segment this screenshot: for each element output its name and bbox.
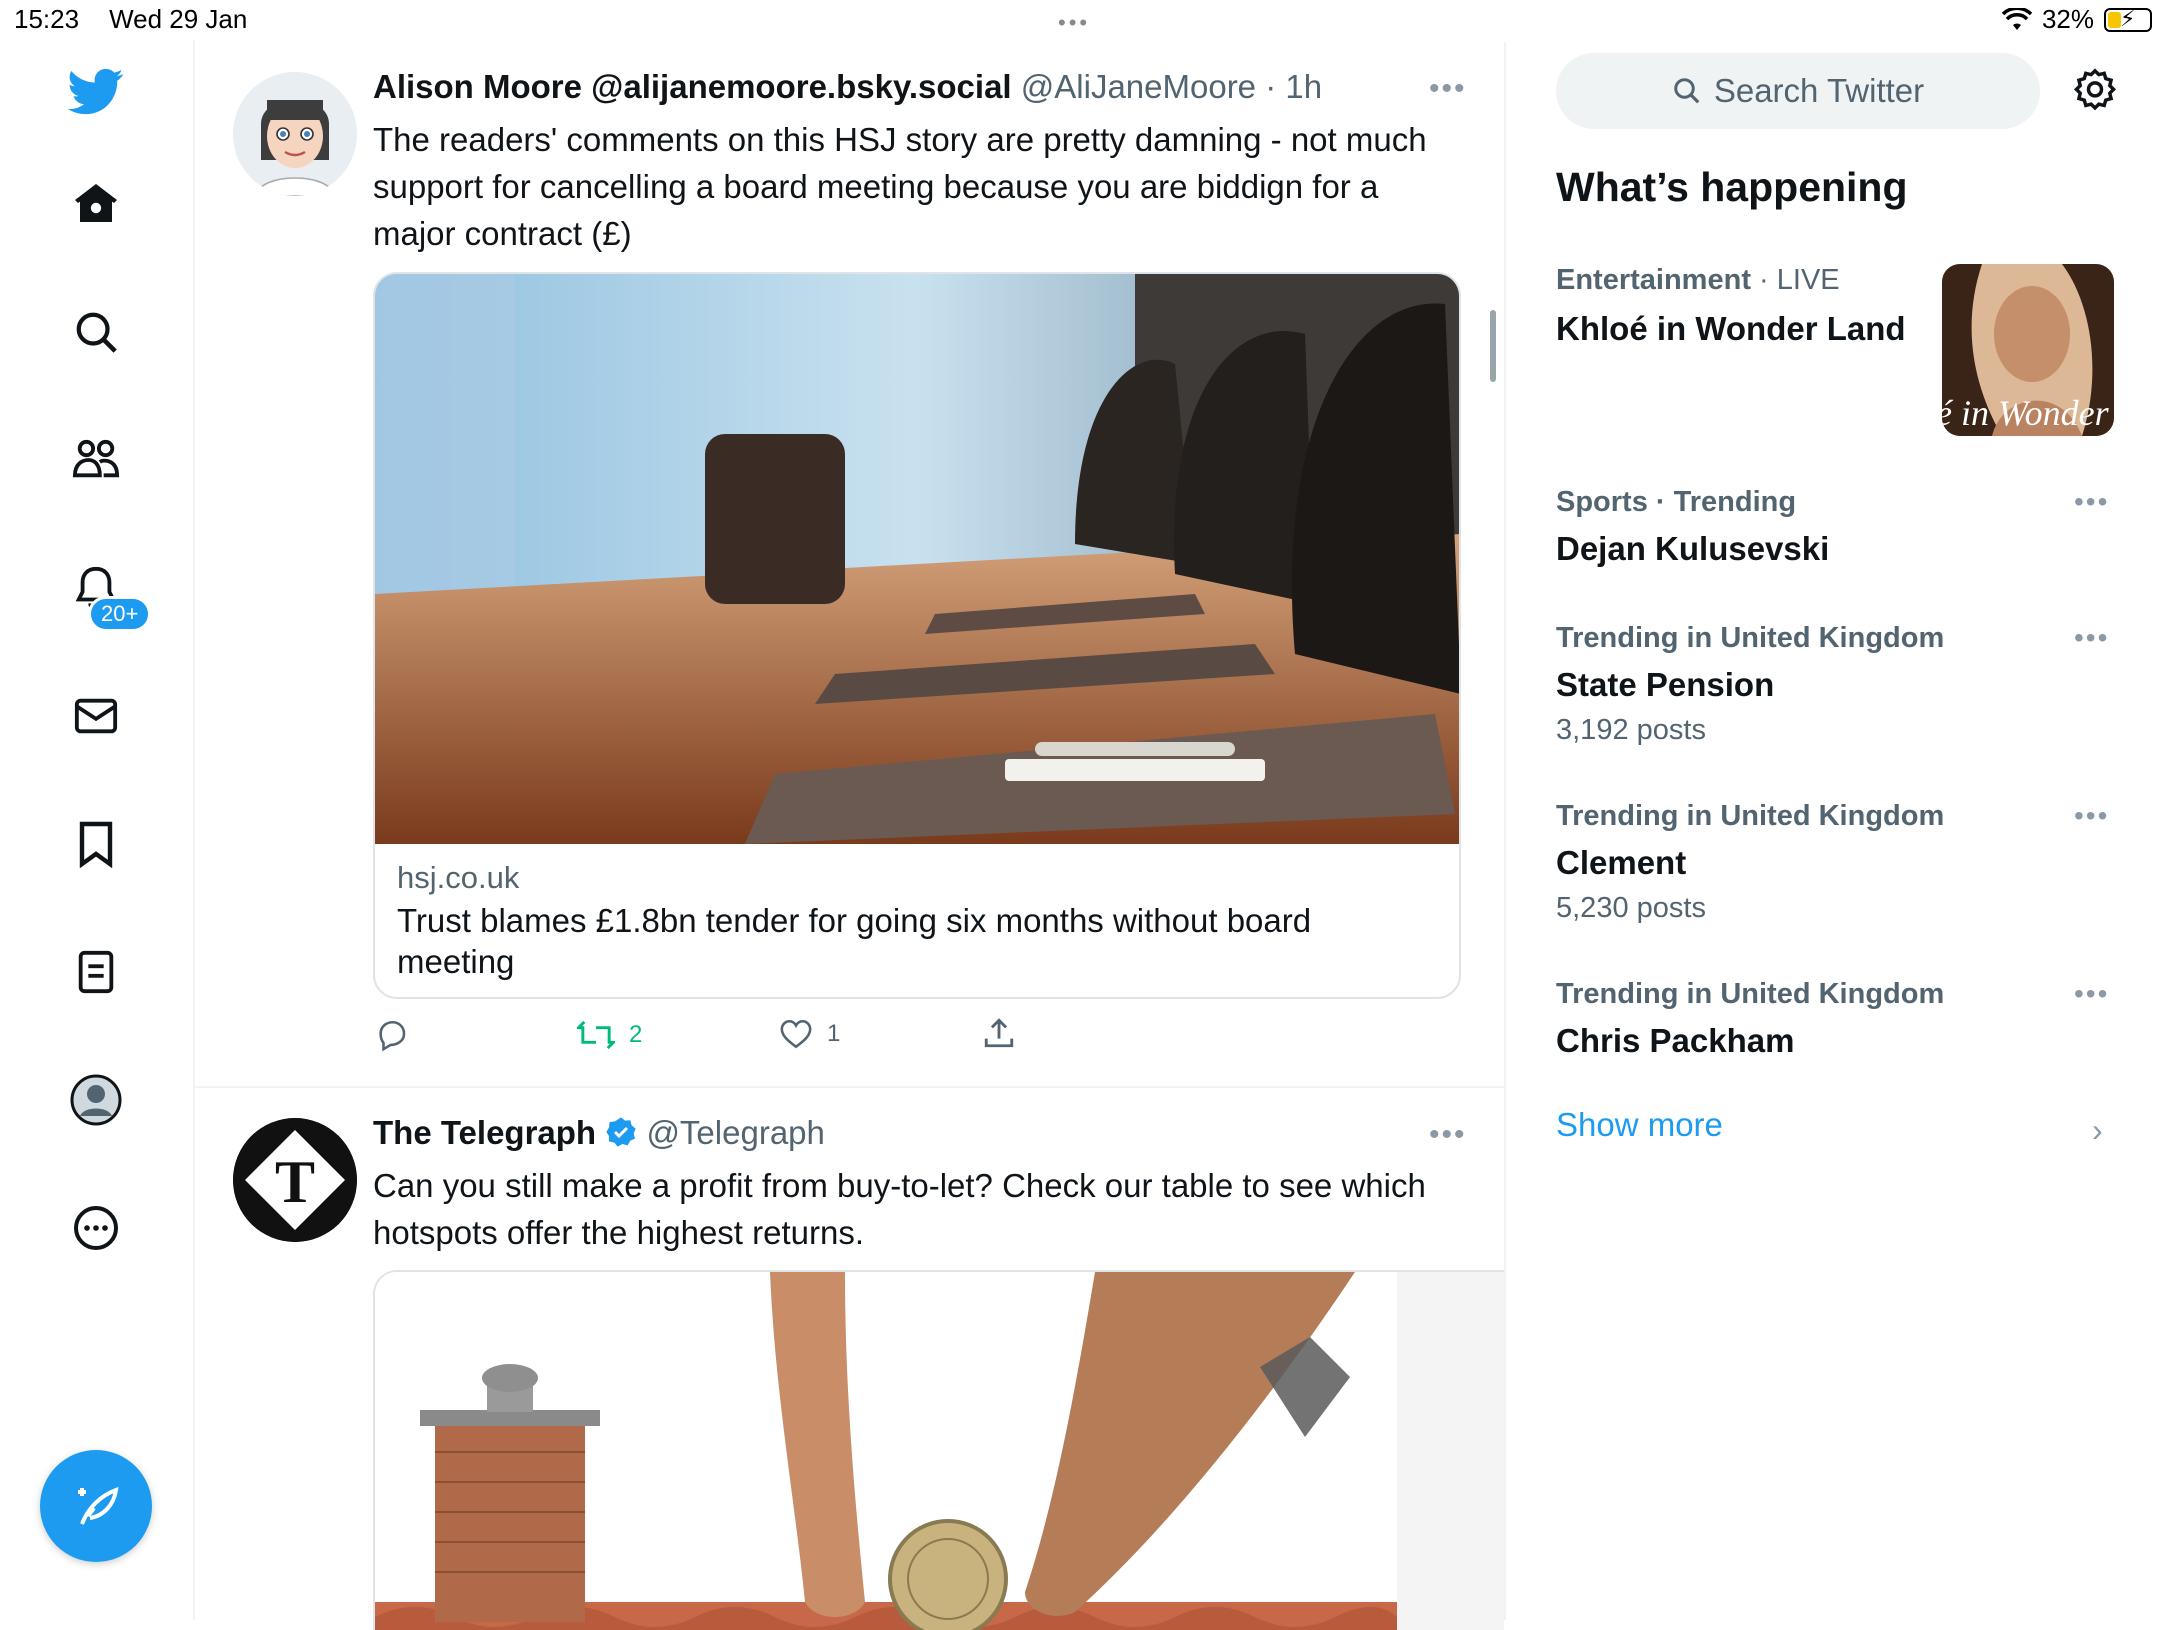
retweet-icon [577,1020,615,1050]
buy-to-let-image [375,1272,1504,1630]
whats-happening-title: What’s happening [1556,164,1908,210]
wifi-icon [2001,7,2032,30]
trend-category-label: Entertainment [1556,264,1751,296]
compose-feather-icon [78,1486,119,1525]
trend-live-label: LIVE [1776,264,1840,296]
trend-more-icon[interactable]: ••• [2074,978,2109,1010]
battery-percent: 32% [2041,4,2094,34]
search-icon[interactable] [66,302,126,362]
share-button[interactable] [983,1016,1015,1050]
trend-name[interactable]: State Pension [1556,666,1774,704]
trend-thumbnail[interactable]: é in Wonder l [1942,264,2114,436]
home-icon[interactable] [66,174,126,234]
verified-badge-icon [606,1117,636,1147]
side-navigation: 20+ [0,40,195,1620]
reply-button[interactable] [375,1018,409,1052]
search-input[interactable]: Search Twitter [1556,53,2040,129]
trend-category: Trending in United Kingdom [1556,978,1945,1010]
tweet-header: Alison Moore @alijanemoore.bsky.social @… [373,68,1322,106]
tweet-divider [193,1086,1504,1088]
like-count: 1 [827,1020,841,1047]
settings-gear-icon[interactable] [2072,66,2118,112]
svg-text:T: T [275,1149,315,1215]
boardroom-image [375,274,1459,844]
tweet-author-handle[interactable]: @AliJaneMoore · 1h [1021,68,1322,105]
trend-post-count: 3,192 posts [1556,714,1706,746]
trend-name[interactable]: Khloé in Wonder Land [1556,310,1906,348]
card-domain: hsj.co.uk [397,860,520,895]
bookmark-icon[interactable] [66,814,126,874]
status-bar-right: 32% ⚡ [2001,4,2152,35]
status-time: 15:23 [14,4,80,34]
link-card[interactable]: hsj.co.uk Trust blames £1.8bn tender for… [373,272,1461,999]
tweet-text: The readers' comments on this HSJ story … [373,121,1427,252]
tweet-author-handle[interactable]: @Telegraph [646,1114,824,1151]
battery-icon: ⚡ [2104,6,2152,32]
mail-icon[interactable] [66,686,126,746]
tweet-author-name[interactable]: The Telegraph [373,1114,596,1151]
tweet-author-name[interactable]: Alison Moore @alijanemoore.bsky.social [373,68,1012,105]
notifications-badge: 20+ [88,596,152,632]
status-date: Wed 29 Jan [109,4,248,34]
tweet-avatar[interactable] [233,72,357,196]
profile-avatar-icon[interactable] [66,1070,126,1130]
trend-name[interactable]: Dejan Kulusevski [1556,530,1829,568]
retweet-button[interactable]: 2 [577,1018,642,1052]
reply-icon [379,1020,406,1052]
chevron-right-icon[interactable]: › [2092,1112,2103,1149]
card-title: Trust blames £1.8bn tender for going six… [397,902,1312,980]
lists-icon[interactable] [66,942,126,1002]
trend-more-icon[interactable]: ••• [2074,486,2109,518]
trend-category: Trending in United Kingdom [1556,622,1945,654]
trend-more-icon[interactable]: ••• [2074,800,2109,832]
trend-category: Trending in United Kingdom [1556,800,1945,832]
trend-name[interactable]: Chris Packham [1556,1022,1794,1060]
multitasking-dots-icon[interactable]: ••• [1058,10,1090,36]
tweet-avatar-telegraph[interactable]: T [233,1118,357,1242]
trend-post-count: 5,230 posts [1556,892,1706,924]
retweet-count: 2 [629,1021,643,1048]
like-button[interactable]: 1 [779,1018,840,1050]
heart-icon [780,1019,812,1049]
more-circle-icon[interactable] [66,1198,126,1258]
search-placeholder: Search Twitter [1713,72,1925,109]
tweet-media[interactable] [373,1270,1504,1630]
twitter-logo-icon[interactable] [66,62,126,122]
communities-icon[interactable] [66,430,126,490]
search-icon [1674,78,1700,104]
tweet-more-icon[interactable]: ••• [1429,1118,1467,1152]
status-bar-left: 15:23 Wed 29 Jan [14,4,277,35]
trend-category: Entertainment · LIVE [1556,264,1840,296]
trend-name[interactable]: Clement [1556,844,1686,882]
tweet-header: The Telegraph @Telegraph [373,1114,825,1152]
trend-category: Sports · Trending [1556,486,1797,518]
trend-more-icon[interactable]: ••• [2074,622,2109,654]
show-more-link[interactable]: Show more [1556,1106,1723,1144]
scrollbar-thumb[interactable] [1490,310,1496,382]
tweet-text: Can you still make a profit from buy-to-… [373,1167,1426,1251]
tweet-more-icon[interactable]: ••• [1429,72,1467,106]
timeline: Alison Moore @alijanemoore.bsky.social @… [193,42,1506,1630]
share-icon [984,1018,1014,1048]
trend-image-caption: é in Wonder l [1942,393,2114,433]
compose-tweet-button[interactable] [40,1450,152,1562]
